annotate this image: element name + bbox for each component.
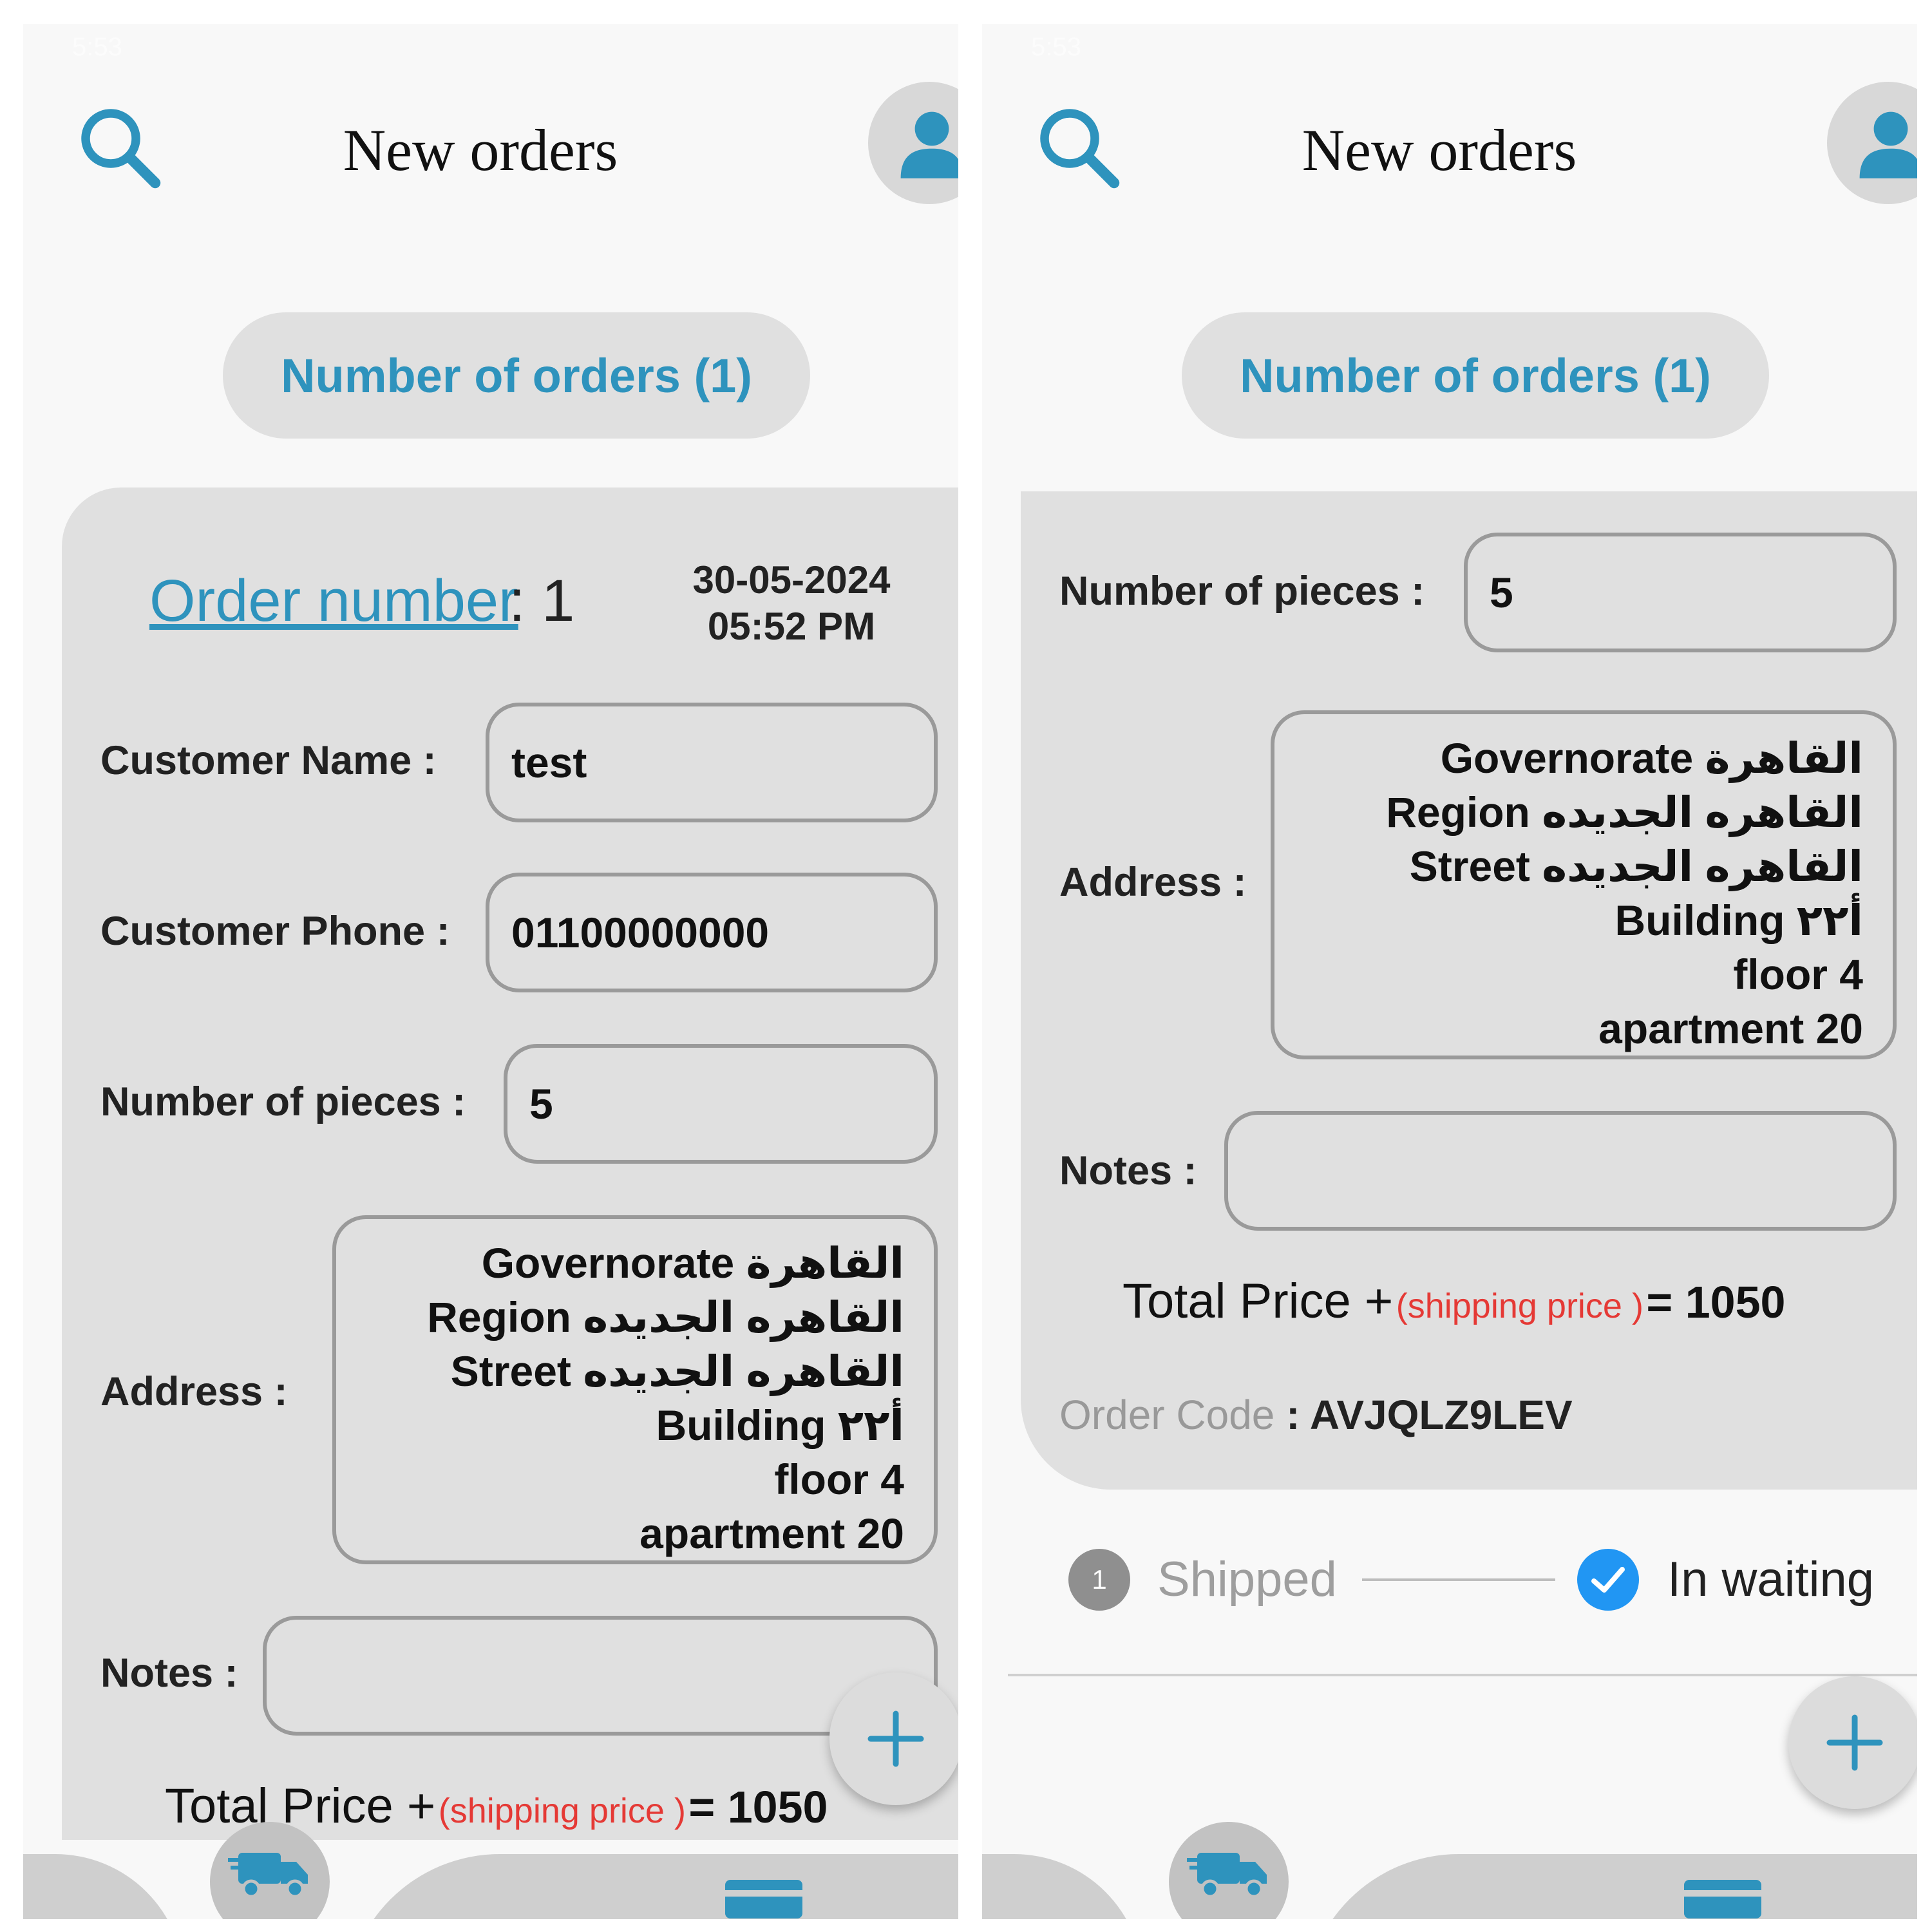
- notes-field[interactable]: [1224, 1111, 1897, 1231]
- address-line: Street القاهره الجديده: [450, 1347, 904, 1395]
- truck-icon: [228, 1853, 308, 1899]
- orders-count-badge: Number of orders (1): [223, 312, 810, 439]
- order-code-value: AVJQLZ9LEV: [1309, 1392, 1573, 1438]
- customer-name-value: test: [511, 739, 587, 786]
- customer-phone-label: Customer Phone :: [100, 909, 450, 954]
- search-icon[interactable]: [1031, 100, 1128, 196]
- step-connector: [1362, 1578, 1555, 1581]
- search-icon[interactable]: [72, 100, 169, 196]
- address-field[interactable]: Governorate القاهرة Region القاهره الجدي…: [332, 1215, 938, 1564]
- nav-tab-right[interactable]: [1304, 1854, 1917, 1919]
- order-date: 30-05-2024: [692, 558, 891, 601]
- status-time: 5:53: [72, 33, 122, 61]
- address-lines: Governorate القاهرة Region القاهره الجدي…: [1386, 731, 1863, 1056]
- orders-count-badge: Number of orders (1): [1182, 312, 1769, 439]
- total-price-row: Total Price + (shipping price ) = 1050: [1122, 1277, 1785, 1326]
- profile-button[interactable]: [1827, 82, 1917, 204]
- address-lines: Governorate القاهرة Region القاهره الجدي…: [427, 1236, 904, 1560]
- order-status-stepper: 1 Shipped In waiting: [982, 1524, 1917, 1634]
- order-number-value: : 1: [509, 568, 575, 634]
- pieces-field[interactable]: 5: [1464, 533, 1897, 652]
- nav-orders-button[interactable]: [1169, 1822, 1289, 1919]
- pieces-value: 5: [529, 1080, 553, 1128]
- nav-tab-right[interactable]: [345, 1854, 958, 1919]
- address-line: Region القاهره الجديده: [1386, 788, 1863, 836]
- shipping-price-note: (shipping price ): [1396, 1287, 1643, 1325]
- step-shipped-number[interactable]: 1: [1068, 1549, 1130, 1611]
- address-line: apartment 20: [1598, 1005, 1863, 1052]
- order-card: Number of pieces : 5 Address : Governora…: [1021, 491, 1917, 1490]
- nav-tab-left[interactable]: [982, 1854, 1143, 1919]
- order-code-separator: :: [1274, 1392, 1310, 1438]
- status-time: 5:53: [1031, 33, 1081, 61]
- screen-right: 5:53 New orders Number of orders (1) Num…: [982, 24, 1917, 1919]
- total-price-value: = 1050: [1646, 1277, 1786, 1327]
- wallet-icon[interactable]: [1684, 1880, 1761, 1918]
- total-price-value: = 1050: [688, 1782, 828, 1832]
- step-in-waiting-check[interactable]: [1577, 1549, 1639, 1611]
- order-number-link[interactable]: Order number: [149, 571, 518, 630]
- total-price-label: Total Price +: [1122, 1274, 1394, 1329]
- address-line: Building أ٢٢: [656, 1401, 904, 1449]
- bottom-navigation: [23, 1822, 958, 1919]
- status-bar: 5:53: [23, 24, 958, 62]
- divider: [1008, 1674, 1917, 1676]
- page-title: New orders: [1302, 117, 1577, 183]
- address-line: apartment 20: [639, 1510, 904, 1557]
- order-code-label: Order Code: [1059, 1392, 1275, 1438]
- address-line: floor 4: [774, 1455, 904, 1503]
- address-line: Region القاهره الجديده: [427, 1293, 904, 1341]
- order-code-row: Order Code : AVJQLZ9LEV: [1059, 1394, 1573, 1435]
- person-icon: [900, 111, 958, 178]
- person-icon: [1859, 111, 1917, 178]
- address-line: Building أ٢٢: [1615, 896, 1863, 944]
- pieces-label: Number of pieces :: [1059, 569, 1425, 614]
- order-card: Order number : 1 30-05-2024 05:52 PM Cus…: [62, 488, 958, 1840]
- truck-icon: [1187, 1853, 1267, 1899]
- notes-label: Notes :: [1059, 1148, 1197, 1193]
- customer-name-label: Customer Name :: [100, 738, 437, 783]
- status-bar: 5:53: [982, 24, 1917, 62]
- address-field[interactable]: Governorate القاهرة Region القاهره الجدي…: [1271, 710, 1897, 1059]
- address-line: Governorate القاهرة: [481, 1239, 904, 1287]
- order-datetime: 30-05-2024 05:52 PM: [685, 557, 898, 650]
- check-icon: [1591, 1567, 1625, 1593]
- page-title: New orders: [343, 117, 618, 183]
- total-price-label: Total Price +: [165, 1779, 436, 1833]
- customer-name-field[interactable]: test: [486, 703, 938, 822]
- address-label: Address :: [100, 1369, 288, 1414]
- pieces-label: Number of pieces :: [100, 1079, 466, 1124]
- shipping-price-note: (shipping price ): [438, 1792, 686, 1830]
- notes-label: Notes :: [100, 1651, 238, 1696]
- bottom-navigation: [982, 1822, 1917, 1919]
- address-label: Address :: [1059, 860, 1247, 905]
- wallet-icon[interactable]: [725, 1880, 802, 1918]
- nav-tab-left[interactable]: [23, 1854, 184, 1919]
- profile-button[interactable]: [868, 82, 958, 204]
- plus-icon: [867, 1710, 924, 1767]
- order-time: 05:52 PM: [707, 605, 876, 648]
- add-order-button[interactable]: [1788, 1676, 1917, 1809]
- plus-icon: [1826, 1714, 1883, 1771]
- customer-phone-value: 01100000000: [511, 909, 770, 956]
- address-line: floor 4: [1733, 951, 1863, 998]
- address-line: Governorate القاهرة: [1440, 734, 1863, 782]
- address-line: Street القاهره الجديده: [1409, 842, 1863, 890]
- pieces-value: 5: [1490, 569, 1513, 616]
- add-order-button[interactable]: [829, 1672, 958, 1805]
- screen-left: 5:53 New orders Number of orders (1) Ord…: [23, 24, 958, 1919]
- customer-phone-field[interactable]: 01100000000: [486, 873, 938, 992]
- pieces-field[interactable]: 5: [504, 1044, 938, 1164]
- step-shipped-label[interactable]: Shipped: [1157, 1555, 1337, 1604]
- step-in-waiting-label[interactable]: In waiting: [1667, 1555, 1874, 1604]
